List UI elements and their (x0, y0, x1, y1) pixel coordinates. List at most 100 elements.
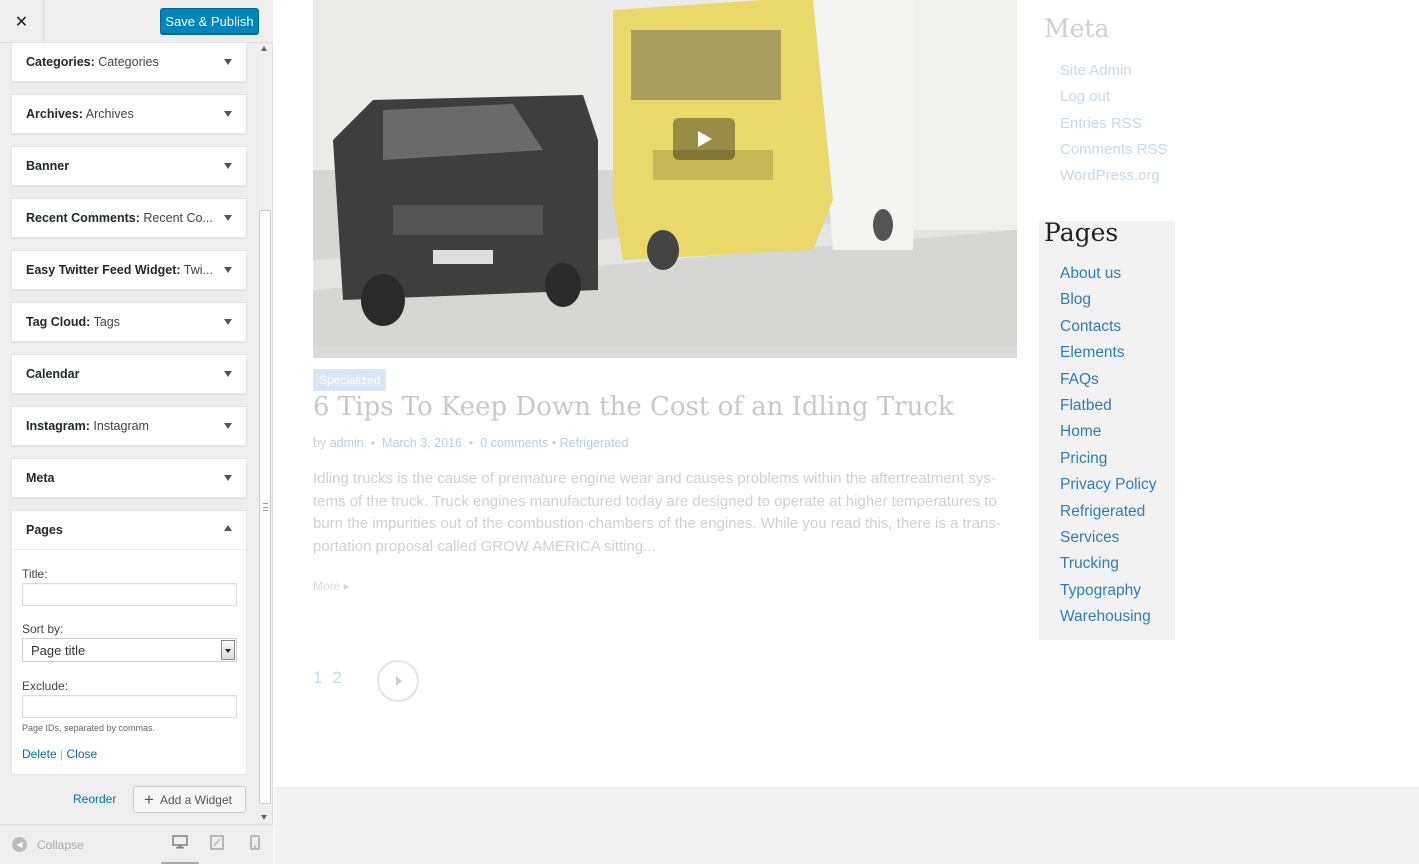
add-widget-button[interactable]: + Add a Widget (133, 786, 246, 813)
widget-subtitle: Recent Co... (143, 211, 213, 225)
meta-link[interactable]: Log out (1060, 88, 1168, 114)
widget-twitter-feed[interactable]: Easy Twitter Feed Widget: Twi... (11, 250, 247, 290)
page-link[interactable]: 2 (332, 668, 341, 687)
expand-arrow-icon[interactable] (224, 319, 232, 325)
title-field[interactable] (22, 583, 237, 606)
page-link[interactable]: Privacy Policy (1060, 476, 1156, 502)
scroll-up-arrow-icon[interactable] (261, 46, 267, 51)
expand-arrow-icon[interactable] (224, 371, 232, 377)
widget-instagram[interactable]: Instagram: Instagram (11, 406, 247, 446)
page-link[interactable]: Services (1060, 529, 1156, 555)
play-button-icon[interactable] (673, 118, 735, 160)
page-link[interactable]: Contacts (1060, 318, 1156, 344)
page-link[interactable]: Flatbed (1060, 397, 1156, 423)
widget-name: Calendar (26, 367, 80, 381)
close-widget-link[interactable]: Close (67, 747, 98, 761)
pagination: 12 (313, 668, 352, 688)
widget-name: Recent Comments: (26, 211, 140, 225)
widget-pages-header[interactable]: Pages (12, 511, 246, 550)
pages-widget-preview: Pages About us Blog Contacts Elements FA… (1039, 218, 1175, 640)
comments-link[interactable]: 0 comments (480, 436, 548, 450)
widget-meta[interactable]: Meta (11, 458, 247, 498)
site-footer (274, 787, 1419, 864)
widget-pages-expanded: Pages Title: Sort by: Page title Exclude… (11, 510, 247, 775)
widget-name: Banner (26, 159, 70, 173)
expand-arrow-icon[interactable] (224, 267, 232, 273)
widget-recent-comments[interactable]: Recent Comments: Recent Co... (11, 198, 247, 238)
category-link[interactable]: • Refrigerated (552, 436, 629, 450)
page-link[interactable]: Elements (1060, 344, 1156, 370)
page-link[interactable]: Pricing (1060, 450, 1156, 476)
page-link[interactable]: Typography (1060, 582, 1156, 608)
pages-widget-links: About us Blog Contacts Elements FAQs Fla… (1060, 265, 1156, 634)
sort-by-label: Sort by: (22, 622, 64, 636)
widget-name: Pages (26, 523, 63, 537)
date-link[interactable]: March 3, 2016 (382, 436, 462, 450)
save-publish-button[interactable]: Save & Publish (160, 8, 259, 34)
customizer-sidebar: ✕ Save & Publish Categories: Categories … (0, 0, 273, 864)
widget-name: Easy Twitter Feed Widget: (26, 263, 181, 277)
expand-arrow-icon[interactable] (224, 475, 232, 481)
page-link[interactable]: Trucking (1060, 555, 1156, 581)
widget-actions: Delete | Close (22, 747, 97, 761)
more-link[interactable]: More ▸ (313, 579, 350, 593)
expand-arrow-icon[interactable] (224, 423, 232, 429)
expand-arrow-icon[interactable] (224, 215, 232, 221)
tablet-icon (210, 835, 224, 850)
expand-arrow-icon[interactable] (224, 111, 232, 117)
widget-categories[interactable]: Categories: Categories (11, 42, 247, 82)
widget-subtitle: Archives (85, 107, 134, 121)
expand-arrow-icon[interactable] (224, 59, 232, 65)
page-link[interactable]: Refrigerated (1060, 503, 1156, 529)
page-link[interactable]: 1 (313, 668, 322, 687)
mobile-icon (250, 835, 260, 850)
scroll-down-arrow-icon[interactable] (261, 815, 267, 820)
delete-widget-link[interactable]: Delete (22, 747, 57, 761)
page-link[interactable]: Home (1060, 423, 1156, 449)
plus-icon: + (144, 790, 154, 809)
collapse-icon: ◀ (12, 837, 27, 852)
page-link[interactable]: About us (1060, 265, 1156, 291)
tablet-preview-button[interactable] (198, 835, 236, 864)
next-page-button[interactable] (377, 660, 419, 702)
widget-banner[interactable]: Banner (11, 146, 247, 186)
meta-link[interactable]: WordPress.org (1060, 167, 1168, 193)
sidebar-scrollbar[interactable] (258, 44, 272, 822)
meta-widget-title: Meta (1044, 14, 1110, 43)
post-title[interactable]: 6 Tips To Keep Down the Cost of an Idlin… (313, 392, 954, 422)
meta-link[interactable]: Comments RSS (1060, 141, 1168, 167)
scroll-thumb[interactable] (259, 210, 271, 804)
customizer-footer: ◀ Collapse (0, 824, 273, 864)
widget-name: Meta (26, 471, 55, 485)
widget-tag-cloud[interactable]: Tag Cloud: Tags (11, 302, 247, 342)
page-link[interactable]: Blog (1060, 291, 1156, 317)
mobile-preview-button[interactable] (236, 835, 274, 864)
sort-by-select[interactable]: Page title (22, 638, 237, 662)
reorder-link[interactable]: Reorder (73, 792, 116, 806)
exclude-field[interactable] (22, 695, 237, 718)
collapse-button[interactable]: ◀ Collapse (12, 837, 84, 852)
close-icon: ✕ (14, 13, 29, 31)
meta-link[interactable]: Entries RSS (1060, 115, 1168, 141)
widget-subtitle: Instagram (93, 419, 149, 433)
video-progress-bar[interactable] (313, 347, 1017, 358)
action-separator: | (60, 747, 64, 761)
close-customizer-button[interactable]: ✕ (0, 0, 44, 43)
exclude-label: Exclude: (22, 679, 69, 693)
expand-arrow-icon[interactable] (224, 163, 232, 169)
meta-link[interactable]: Site Admin (1060, 62, 1168, 88)
customizer-header: ✕ Save & Publish (0, 0, 273, 43)
widget-name: Tag Cloud: (26, 315, 91, 329)
post-featured-video[interactable] (313, 0, 1017, 358)
widget-calendar[interactable]: Calendar (11, 354, 247, 394)
collapse-arrow-icon[interactable] (224, 525, 232, 531)
page-link[interactable]: FAQs (1060, 371, 1156, 397)
author-link[interactable]: admin (330, 436, 364, 450)
widget-archives[interactable]: Archives: Archives (11, 94, 247, 134)
widget-name: Categories: (26, 55, 95, 69)
meta-by: by (313, 436, 327, 450)
desktop-preview-button[interactable] (161, 835, 199, 864)
page-link[interactable]: Warehousing (1060, 608, 1156, 634)
dropdown-arrow-icon[interactable] (221, 640, 235, 660)
category-badge[interactable]: Specialized (313, 369, 387, 391)
